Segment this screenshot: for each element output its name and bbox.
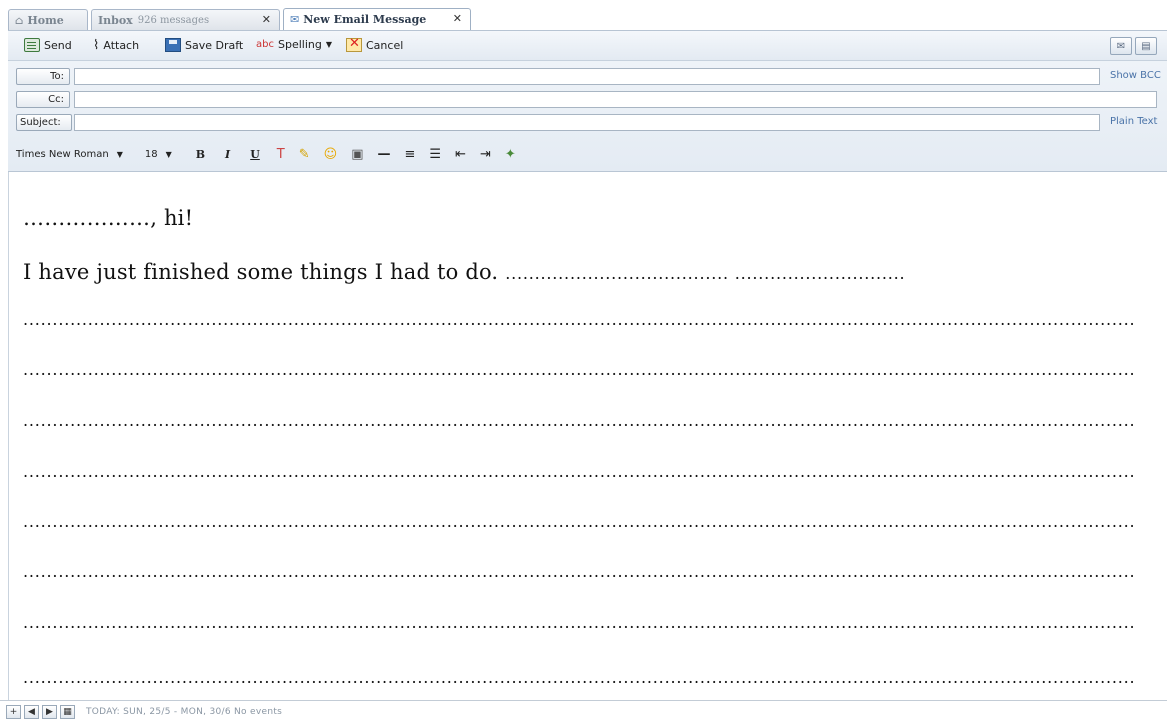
cancel-button[interactable]: Cancel: [346, 36, 404, 52]
cancel-icon: [346, 36, 362, 52]
font-size-select[interactable]: 18 ▼: [145, 149, 172, 160]
dotted-line: ........................................…: [23, 310, 1133, 329]
save-icon: [165, 38, 181, 52]
greeting-line: ………………, hi!: [23, 206, 194, 230]
to-row: To:: [16, 68, 70, 85]
first-sentence: I have just finished some things I had t…: [23, 260, 499, 284]
chevron-down-icon: ▼: [325, 40, 332, 49]
home-icon: ⌂: [15, 13, 24, 27]
close-icon[interactable]: ✕: [453, 12, 462, 25]
cc-button[interactable]: Cc:: [16, 91, 70, 108]
message-body[interactable]: ………………, hi! I have just finished some th…: [8, 172, 1167, 700]
subject-field[interactable]: [74, 114, 1100, 131]
view-toggle-group: ✉ ▤: [1110, 37, 1157, 55]
tab-home[interactable]: ⌂ Home: [8, 9, 88, 30]
horizontal-rule-icon[interactable]: —: [378, 147, 391, 162]
next-icon[interactable]: ▶: [42, 704, 57, 719]
spelling-label: Spelling: [277, 38, 322, 51]
tab-new-email-label: New Email Message: [303, 13, 427, 26]
font-family-select[interactable]: Times New Roman ▼: [16, 149, 123, 160]
dotted-line: ........................................…: [23, 668, 1133, 687]
cancel-label: Cancel: [366, 38, 404, 52]
first-sentence-line: I have just finished some things I had t…: [23, 260, 905, 284]
save-draft-button[interactable]: Save Draft: [165, 38, 243, 52]
message-header: To: Show BCC Cc: Subject: Plain Text Tim…: [8, 61, 1167, 172]
dotted-line: ........................................…: [23, 512, 1133, 531]
align-icon[interactable]: ≡: [405, 147, 416, 162]
send-label: Send: [44, 38, 72, 52]
attach-label: Attach: [103, 39, 140, 52]
attach-button[interactable]: ⌇ Attach: [93, 38, 139, 53]
chevron-down-icon: ▼: [165, 149, 172, 159]
previous-icon[interactable]: ◀: [24, 704, 39, 719]
link-icon[interactable]: ✦: [505, 147, 516, 162]
indent-icon[interactable]: ⇥: [480, 147, 491, 162]
subject-label: Subject:: [16, 114, 72, 131]
emoticon-icon[interactable]: ☺: [324, 147, 338, 162]
paperclip-icon: ⌇: [93, 38, 100, 53]
dotted-line: ........................................…: [23, 562, 1133, 581]
tab-inbox-count: 926 messages: [137, 14, 210, 26]
tab-bar: ⌂ Home Inbox 926 messages ✕ ✉ New Email …: [0, 0, 1167, 30]
tab-home-label: Home: [27, 13, 64, 27]
font-family-value: Times New Roman: [16, 148, 109, 160]
dotted-line: ........................................…: [23, 360, 1133, 379]
spelling-button[interactable]: abc Spelling ▼: [256, 38, 332, 51]
highlight-icon[interactable]: ✎: [299, 147, 310, 162]
bold-icon[interactable]: B: [196, 148, 205, 161]
status-bar: + ◀ ▶ ▦ TODAY: SUN, 25/5 - MON, 30/6 No …: [0, 700, 1167, 722]
to-button[interactable]: To:: [16, 68, 70, 85]
subject-row: Subject:: [16, 114, 72, 131]
outdent-icon[interactable]: ⇤: [455, 147, 466, 162]
italic-icon[interactable]: I: [225, 148, 230, 161]
dotted-line: ........................................…: [23, 462, 1133, 481]
envelope-icon: ✉: [290, 13, 300, 26]
close-icon[interactable]: ✕: [262, 13, 271, 26]
dotted-line: ........................................…: [23, 613, 1133, 632]
chevron-down-icon: ▼: [116, 149, 123, 159]
add-icon[interactable]: +: [6, 704, 21, 719]
to-field[interactable]: [74, 68, 1100, 85]
tab-new-email[interactable]: ✉ New Email Message ✕: [283, 8, 471, 30]
dotted-line: ........................................…: [23, 411, 1133, 430]
underline-icon[interactable]: U: [250, 148, 260, 161]
tab-inbox-label: Inbox: [98, 13, 133, 27]
mail-view-icon[interactable]: ✉: [1110, 37, 1132, 55]
send-button[interactable]: Send: [24, 38, 72, 52]
save-draft-label: Save Draft: [185, 38, 244, 52]
list-icon[interactable]: ☰: [429, 147, 441, 162]
spellcheck-icon: abc: [256, 39, 274, 50]
plain-text-link[interactable]: Plain Text: [1110, 116, 1157, 127]
send-icon: [24, 38, 40, 52]
cc-field[interactable]: [74, 91, 1157, 108]
reading-pane-icon[interactable]: ▤: [1135, 37, 1157, 55]
compose-toolbar: Send ⌇ Attach Save Draft abc Spelling ▼ …: [8, 30, 1167, 61]
text-color-icon[interactable]: T: [277, 147, 285, 162]
today-events-text: TODAY: SUN, 25/5 - MON, 30/6 No events: [86, 706, 283, 717]
insert-image-icon[interactable]: ▣: [351, 147, 363, 162]
dots-tail: ...................................... .…: [505, 264, 906, 283]
format-toolbar: Times New Roman ▼ 18 ▼ B I U T ✎ ☺ ▣ — ≡…: [16, 143, 1159, 165]
calendar-icon[interactable]: ▦: [60, 704, 75, 719]
font-size-value: 18: [144, 148, 158, 160]
show-bcc-link[interactable]: Show BCC: [1110, 70, 1161, 81]
tab-inbox[interactable]: Inbox 926 messages ✕: [91, 9, 280, 30]
cc-row: Cc:: [16, 91, 70, 108]
